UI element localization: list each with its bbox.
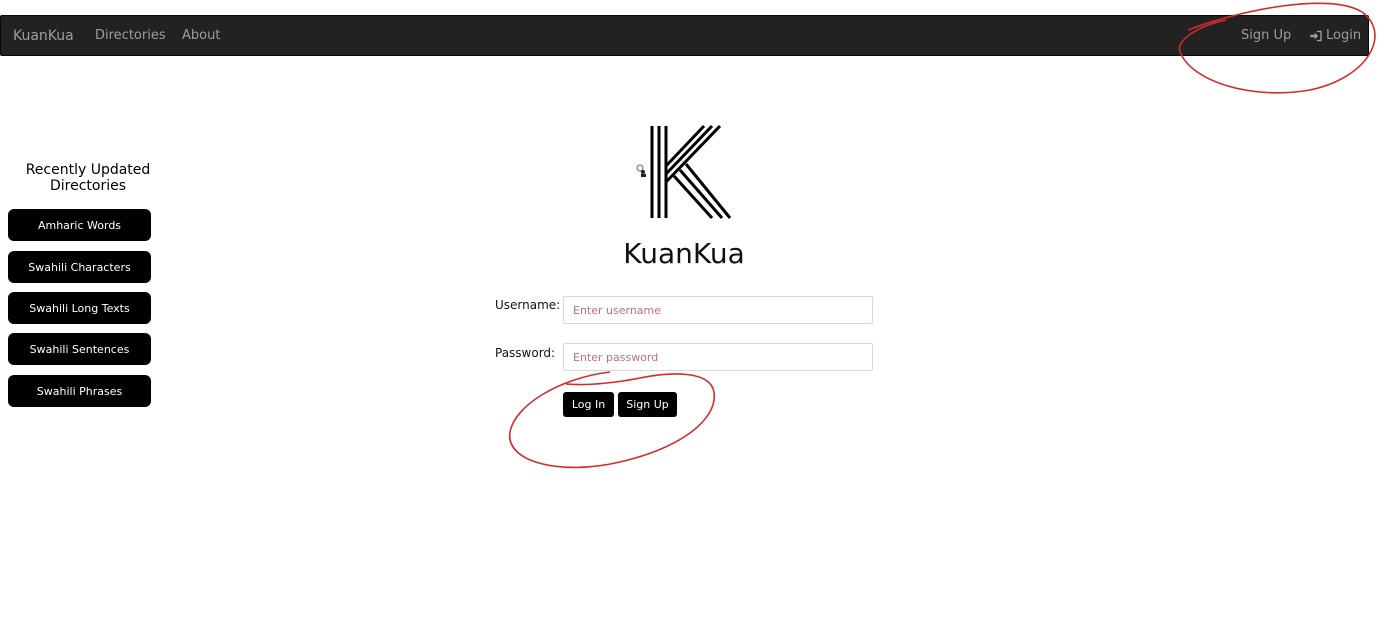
- sidebar-item-swahili-long-texts[interactable]: Swahili Long Texts: [8, 292, 151, 324]
- sidebar-item-label: Amharic Words: [37, 218, 122, 232]
- page-title: KuanKua: [623, 237, 745, 270]
- sidebar-item-label: Swahili Sentences: [29, 342, 130, 356]
- sidebar-item-label: Swahili Characters: [28, 260, 131, 274]
- sidebar-item-swahili-phrases[interactable]: Swahili Phrases: [8, 375, 151, 407]
- sidebar-item-swahili-characters[interactable]: Swahili Characters: [8, 251, 151, 283]
- signup-button[interactable]: Sign Up: [618, 392, 677, 417]
- sidebar-title: Recently Updated Directories: [25, 162, 151, 194]
- nav-link-about[interactable]: About: [182, 28, 220, 44]
- sign-in-icon: [1310, 30, 1322, 42]
- sidebar-item-label: Swahili Phrases: [36, 384, 123, 398]
- password-label: Password:: [495, 346, 556, 360]
- cursor-icon: [636, 164, 646, 177]
- page: KuanKua Directories About Sign Up Login …: [0, 0, 1400, 631]
- annotation-circle-form: [509, 371, 715, 469]
- navbar-brand[interactable]: KuanKua: [13, 28, 74, 44]
- nav-link-signup[interactable]: Sign Up: [1241, 28, 1291, 44]
- nav-link-directories[interactable]: Directories: [95, 28, 166, 44]
- password-input[interactable]: [563, 343, 873, 371]
- sidebar-item-swahili-sentences[interactable]: Swahili Sentences: [8, 333, 151, 365]
- nav-link-login[interactable]: Login: [1309, 28, 1361, 44]
- sidebar-item-amharic-words[interactable]: Amharic Words: [8, 209, 151, 241]
- username-input[interactable]: [563, 296, 873, 324]
- navbar: KuanKua Directories About Sign Up Login: [0, 15, 1369, 56]
- login-button[interactable]: Log In: [563, 392, 614, 417]
- nav-link-login-label: Login: [1326, 28, 1362, 43]
- username-label: Username:: [495, 298, 561, 312]
- sidebar-item-label: Swahili Long Texts: [29, 301, 130, 315]
